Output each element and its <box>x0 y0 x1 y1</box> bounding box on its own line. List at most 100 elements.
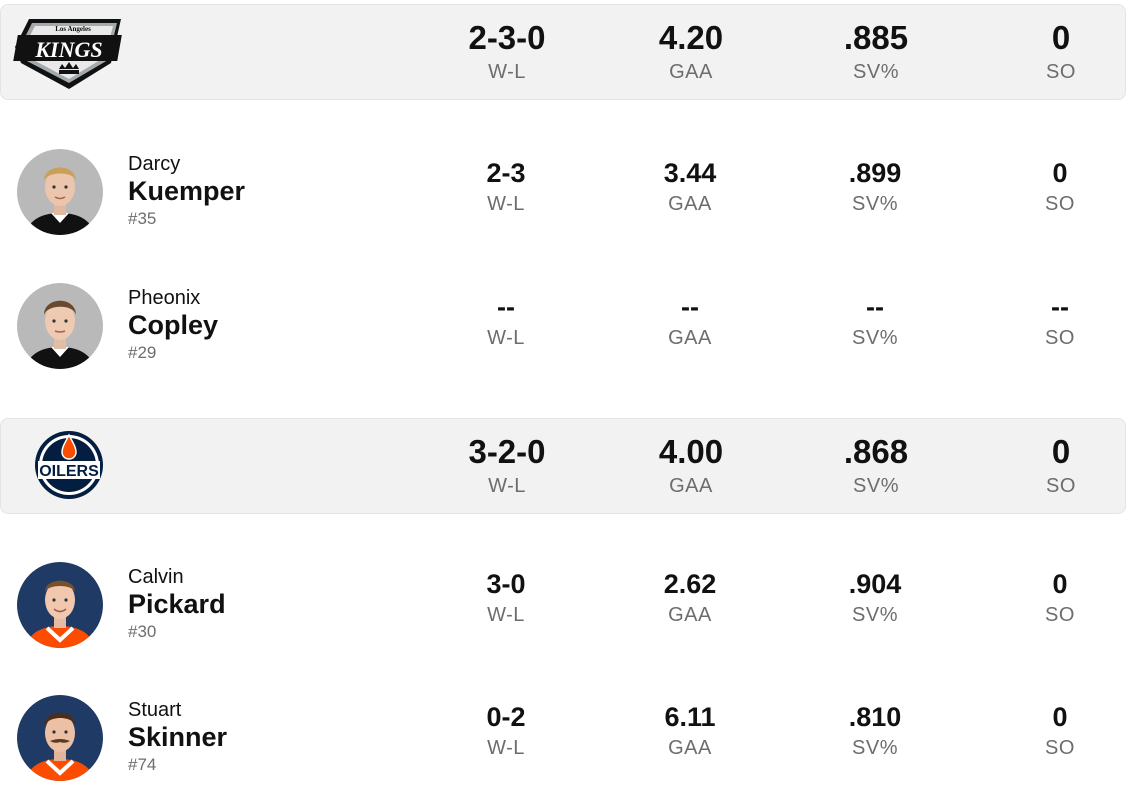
team-gaa: 4.20 GAA <box>601 19 781 84</box>
player-wl: 3-0 W-L <box>416 569 596 627</box>
gaa-label: GAA <box>669 475 713 497</box>
player-svp-value: .904 <box>848 569 902 599</box>
player-so-value: -- <box>1051 292 1069 322</box>
player-svp: .899 SV% <box>785 158 965 216</box>
team-wl: 2-3-0 W-L <box>417 19 597 84</box>
gaa-label: GAA <box>668 327 712 349</box>
team-so-value: 0 <box>1051 433 1071 470</box>
player-last-name: Kuemper <box>128 176 246 206</box>
player-avatar <box>17 149 103 235</box>
player-row-skinner[interactable]: Stuart Skinner #74 0-2 W-L 6.11 GAA .810… <box>0 687 1126 787</box>
team-header-kings: Los Angeles KINGS 2-3-0 W-L 4.20 GAA .88… <box>0 4 1126 100</box>
player-number: #30 <box>128 622 157 641</box>
svp-label: SV% <box>852 737 898 759</box>
so-label: SO <box>1045 737 1075 759</box>
svp-label: SV% <box>852 604 898 626</box>
player-row-kuemper[interactable]: Darcy Kuemper #35 2-3 W-L 3.44 GAA .899 … <box>0 141 1126 241</box>
so-label: SO <box>1045 327 1075 349</box>
oilers-logo-text: OILERS <box>39 463 99 480</box>
gaa-label: GAA <box>669 61 713 83</box>
team-svp-value: .868 <box>843 433 909 470</box>
player-so-value: 0 <box>1052 702 1068 732</box>
gaa-label: GAA <box>668 604 712 626</box>
player-row-pickard[interactable]: Calvin Pickard #30 3-0 W-L 2.62 GAA .904… <box>0 554 1126 654</box>
player-last-name: Skinner <box>128 722 228 752</box>
wl-label: W-L <box>488 475 526 497</box>
player-gaa: 2.62 GAA <box>600 569 780 627</box>
svp-label: SV% <box>853 475 899 497</box>
player-wl: -- W-L <box>416 292 596 350</box>
team-svp-value: .885 <box>843 19 909 56</box>
team-wl-value: 3-2-0 <box>468 433 546 470</box>
player-gaa-value: 6.11 <box>664 702 716 732</box>
player-number: #74 <box>128 755 157 774</box>
player-so-value: 0 <box>1052 158 1068 188</box>
player-so: 0 SO <box>970 702 1126 760</box>
player-number: #29 <box>128 343 157 362</box>
gaa-label: GAA <box>668 737 712 759</box>
player-name: Darcy Kuemper #35 <box>128 153 245 229</box>
player-avatar <box>17 562 103 648</box>
svp-label: SV% <box>852 193 898 215</box>
team-gaa: 4.00 GAA <box>601 433 781 498</box>
team-so: 0 SO <box>971 19 1126 84</box>
svp-label: SV% <box>853 61 899 83</box>
player-avatar <box>17 283 103 369</box>
team-gaa-value: 4.00 <box>658 433 724 470</box>
so-label: SO <box>1046 61 1076 83</box>
player-wl-value: 3-0 <box>486 569 526 599</box>
kings-logo-subtext: Los Angeles <box>55 25 91 33</box>
player-gaa-value: 2.62 <box>663 569 717 599</box>
player-svp-value: .810 <box>848 702 902 732</box>
team-so: 0 SO <box>971 433 1126 498</box>
player-svp: .810 SV% <box>785 702 965 760</box>
gaa-label: GAA <box>668 193 712 215</box>
player-first-name: Pheonix <box>128 287 201 309</box>
player-gaa: 6.11 GAA <box>600 702 780 760</box>
player-svp: -- SV% <box>785 292 965 350</box>
player-wl-value: -- <box>497 292 515 322</box>
player-wl: 0-2 W-L <box>416 702 596 760</box>
player-name: Pheonix Copley #29 <box>128 287 218 363</box>
kings-logo-text: KINGS <box>34 37 102 62</box>
team-wl-value: 2-3-0 <box>468 19 546 56</box>
player-first-name: Stuart <box>128 699 182 721</box>
team-wl: 3-2-0 W-L <box>417 433 597 498</box>
player-gaa: -- GAA <box>600 292 780 350</box>
wl-label: W-L <box>488 61 526 83</box>
team-svp: .885 SV% <box>786 19 966 84</box>
team-svp: .868 SV% <box>786 433 966 498</box>
wl-label: W-L <box>487 327 525 349</box>
oilers-logo: OILERS <box>13 431 125 505</box>
player-gaa-value: 3.44 <box>663 158 717 188</box>
player-number: #35 <box>128 209 157 228</box>
player-name: Stuart Skinner #74 <box>128 699 227 775</box>
player-gaa-value: -- <box>681 292 699 322</box>
team-gaa-value: 4.20 <box>658 19 724 56</box>
wl-label: W-L <box>487 193 525 215</box>
player-last-name: Pickard <box>128 589 226 619</box>
player-first-name: Calvin <box>128 566 184 588</box>
player-wl-value: 0-2 <box>486 702 526 732</box>
player-last-name: Copley <box>128 310 219 340</box>
player-row-copley[interactable]: Pheonix Copley #29 -- W-L -- GAA -- SV% … <box>0 275 1126 375</box>
so-label: SO <box>1045 193 1075 215</box>
player-name: Calvin Pickard #30 <box>128 566 226 642</box>
player-gaa: 3.44 GAA <box>600 158 780 216</box>
svp-label: SV% <box>852 327 898 349</box>
so-label: SO <box>1046 475 1076 497</box>
player-svp: .904 SV% <box>785 569 965 627</box>
team-header-oilers: OILERS 3-2-0 W-L 4.00 GAA .868 SV% 0 SO <box>0 418 1126 514</box>
so-label: SO <box>1045 604 1075 626</box>
player-first-name: Darcy <box>128 153 181 175</box>
player-so-value: 0 <box>1052 569 1068 599</box>
player-wl: 2-3 W-L <box>416 158 596 216</box>
player-so: 0 SO <box>970 158 1126 216</box>
player-svp-value: .899 <box>848 158 902 188</box>
player-avatar <box>17 695 103 781</box>
player-wl-value: 2-3 <box>486 158 526 188</box>
team-so-value: 0 <box>1051 19 1071 56</box>
player-so: 0 SO <box>970 569 1126 627</box>
player-svp-value: -- <box>866 292 884 322</box>
kings-logo: Los Angeles KINGS <box>13 17 125 91</box>
